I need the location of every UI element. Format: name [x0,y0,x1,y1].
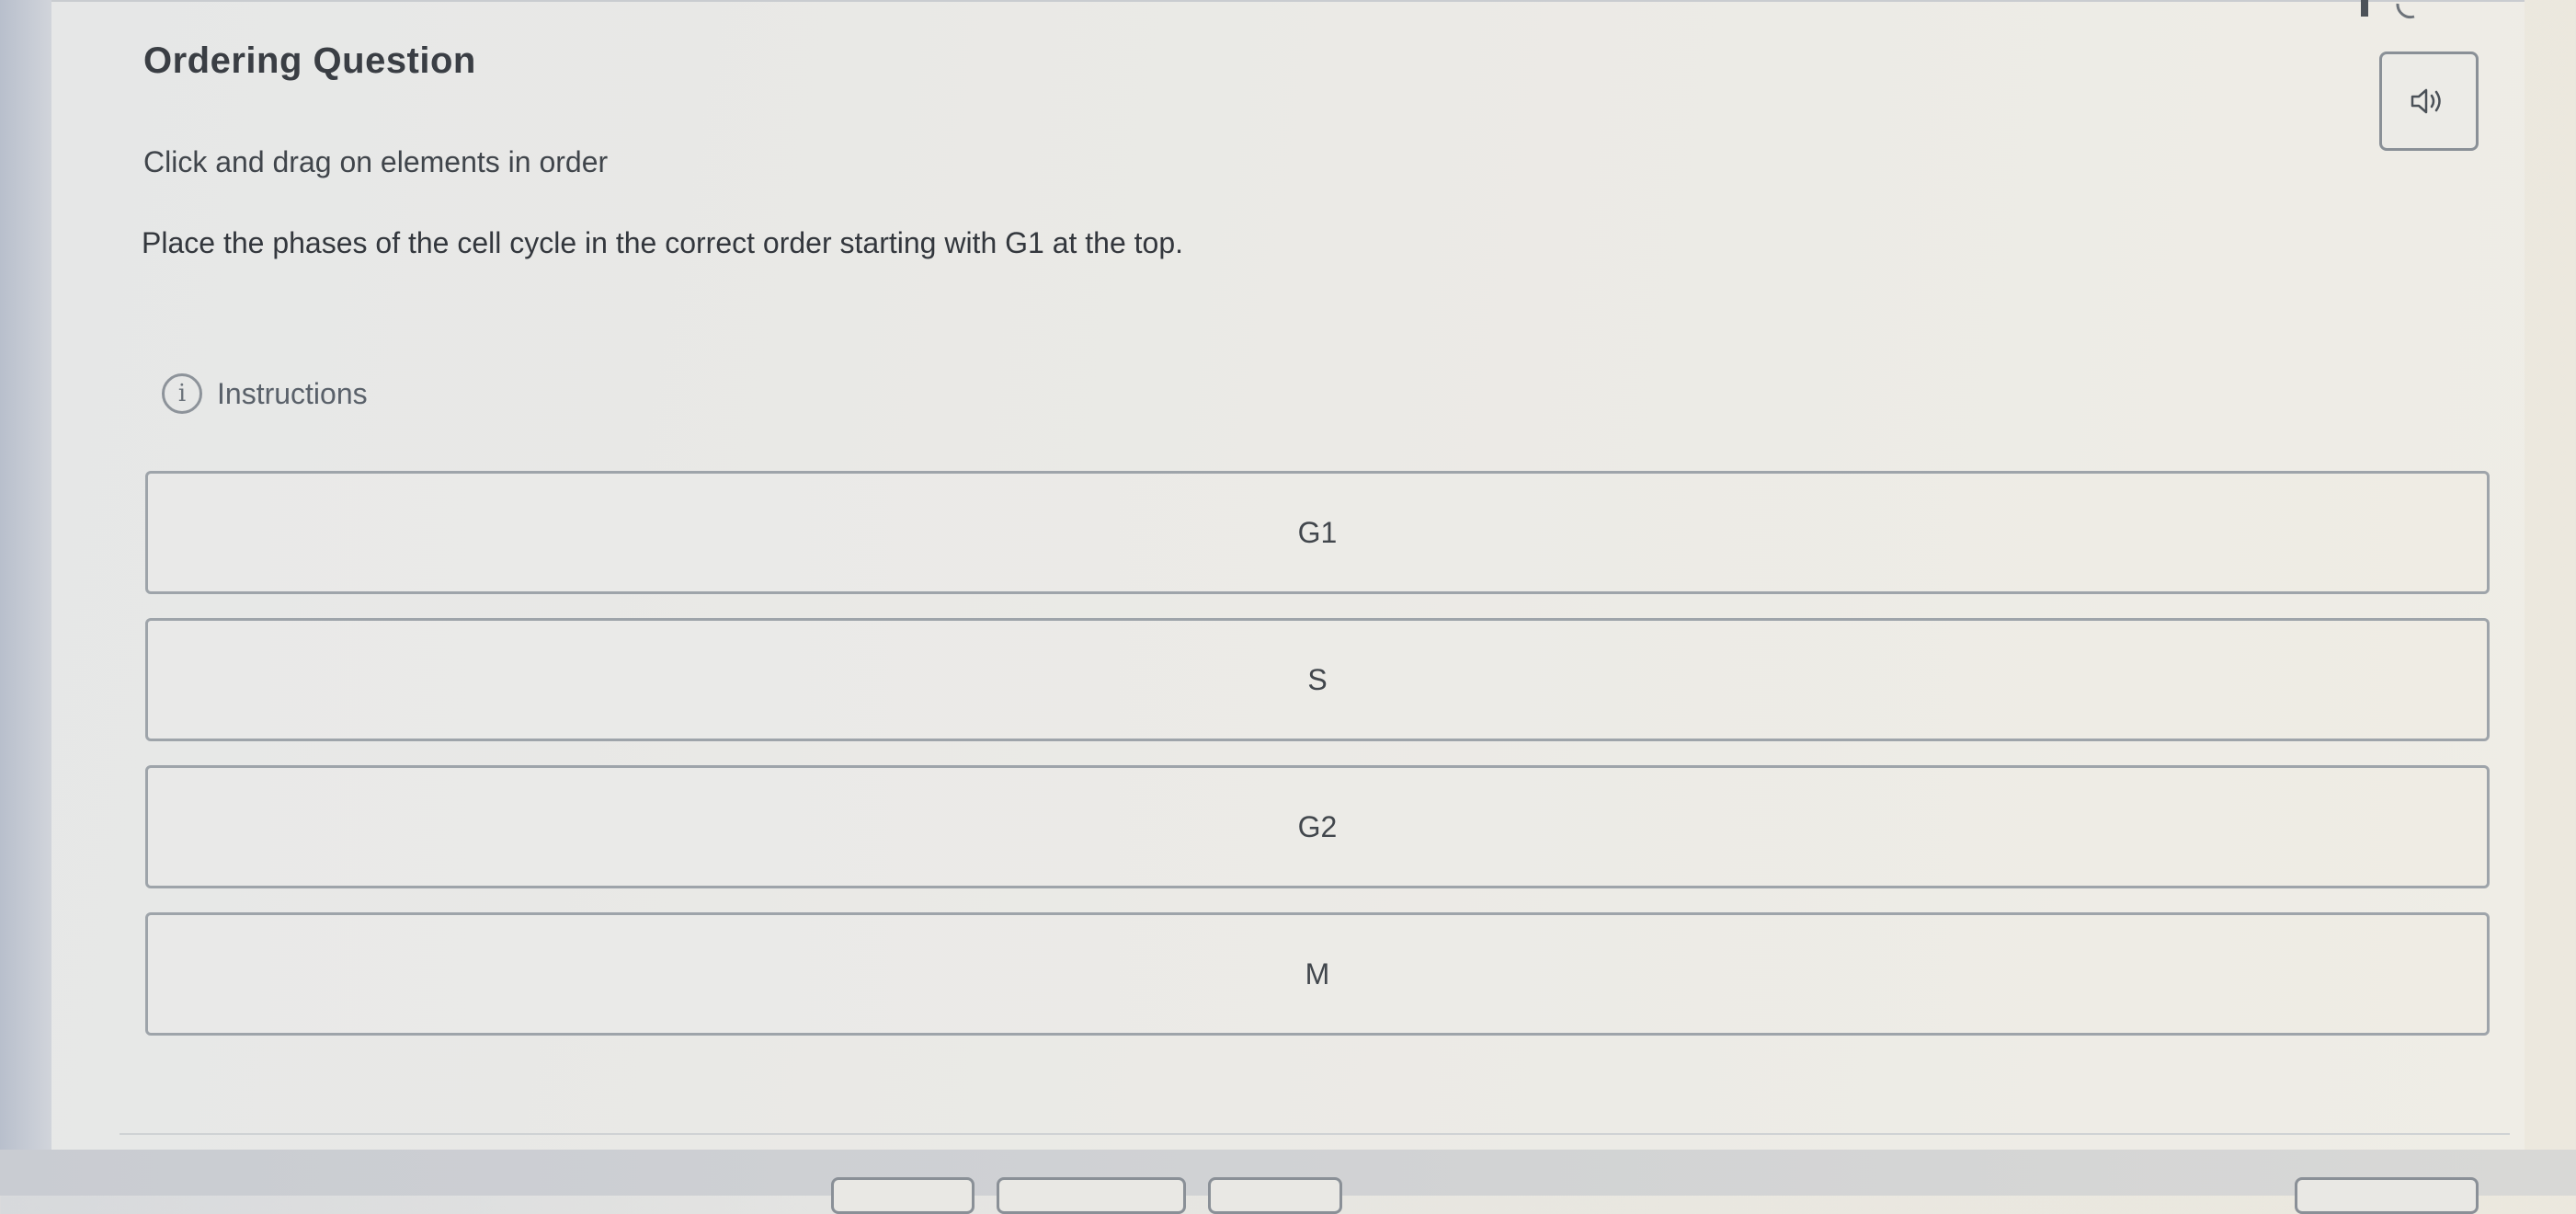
footer-button-1[interactable] [831,1177,975,1214]
page-title: Ordering Question [143,40,476,81]
ordering-list: G1 S G2 M [145,471,2499,1059]
divider [120,1133,2510,1135]
ordering-item-label: G1 [1297,515,1338,549]
corner-controls-icon [2361,0,2415,19]
ordering-item[interactable]: S [145,618,2490,741]
ordering-item[interactable]: M [145,912,2490,1036]
background-edge [0,0,55,1196]
question-text: Place the phases of the cell cycle in th… [142,226,1184,259]
ordering-item[interactable]: G1 [145,471,2490,594]
footer-button-3[interactable] [1208,1177,1342,1214]
instructions-toggle[interactable]: i Instructions [162,373,368,414]
ordering-item-label: G2 [1297,809,1338,843]
speaker-icon [2411,88,2441,114]
question-prompt: Click and drag on elements in order [143,145,609,178]
read-aloud-button[interactable] [2379,52,2479,151]
info-icon: i [162,373,202,414]
footer-button-2[interactable] [997,1177,1186,1214]
ordering-item-label: M [1305,956,1330,991]
instructions-label: Instructions [217,376,368,410]
ordering-item[interactable]: G2 [145,765,2490,888]
ordering-item-label: S [1307,662,1328,696]
footer-button-4[interactable] [2295,1177,2479,1214]
